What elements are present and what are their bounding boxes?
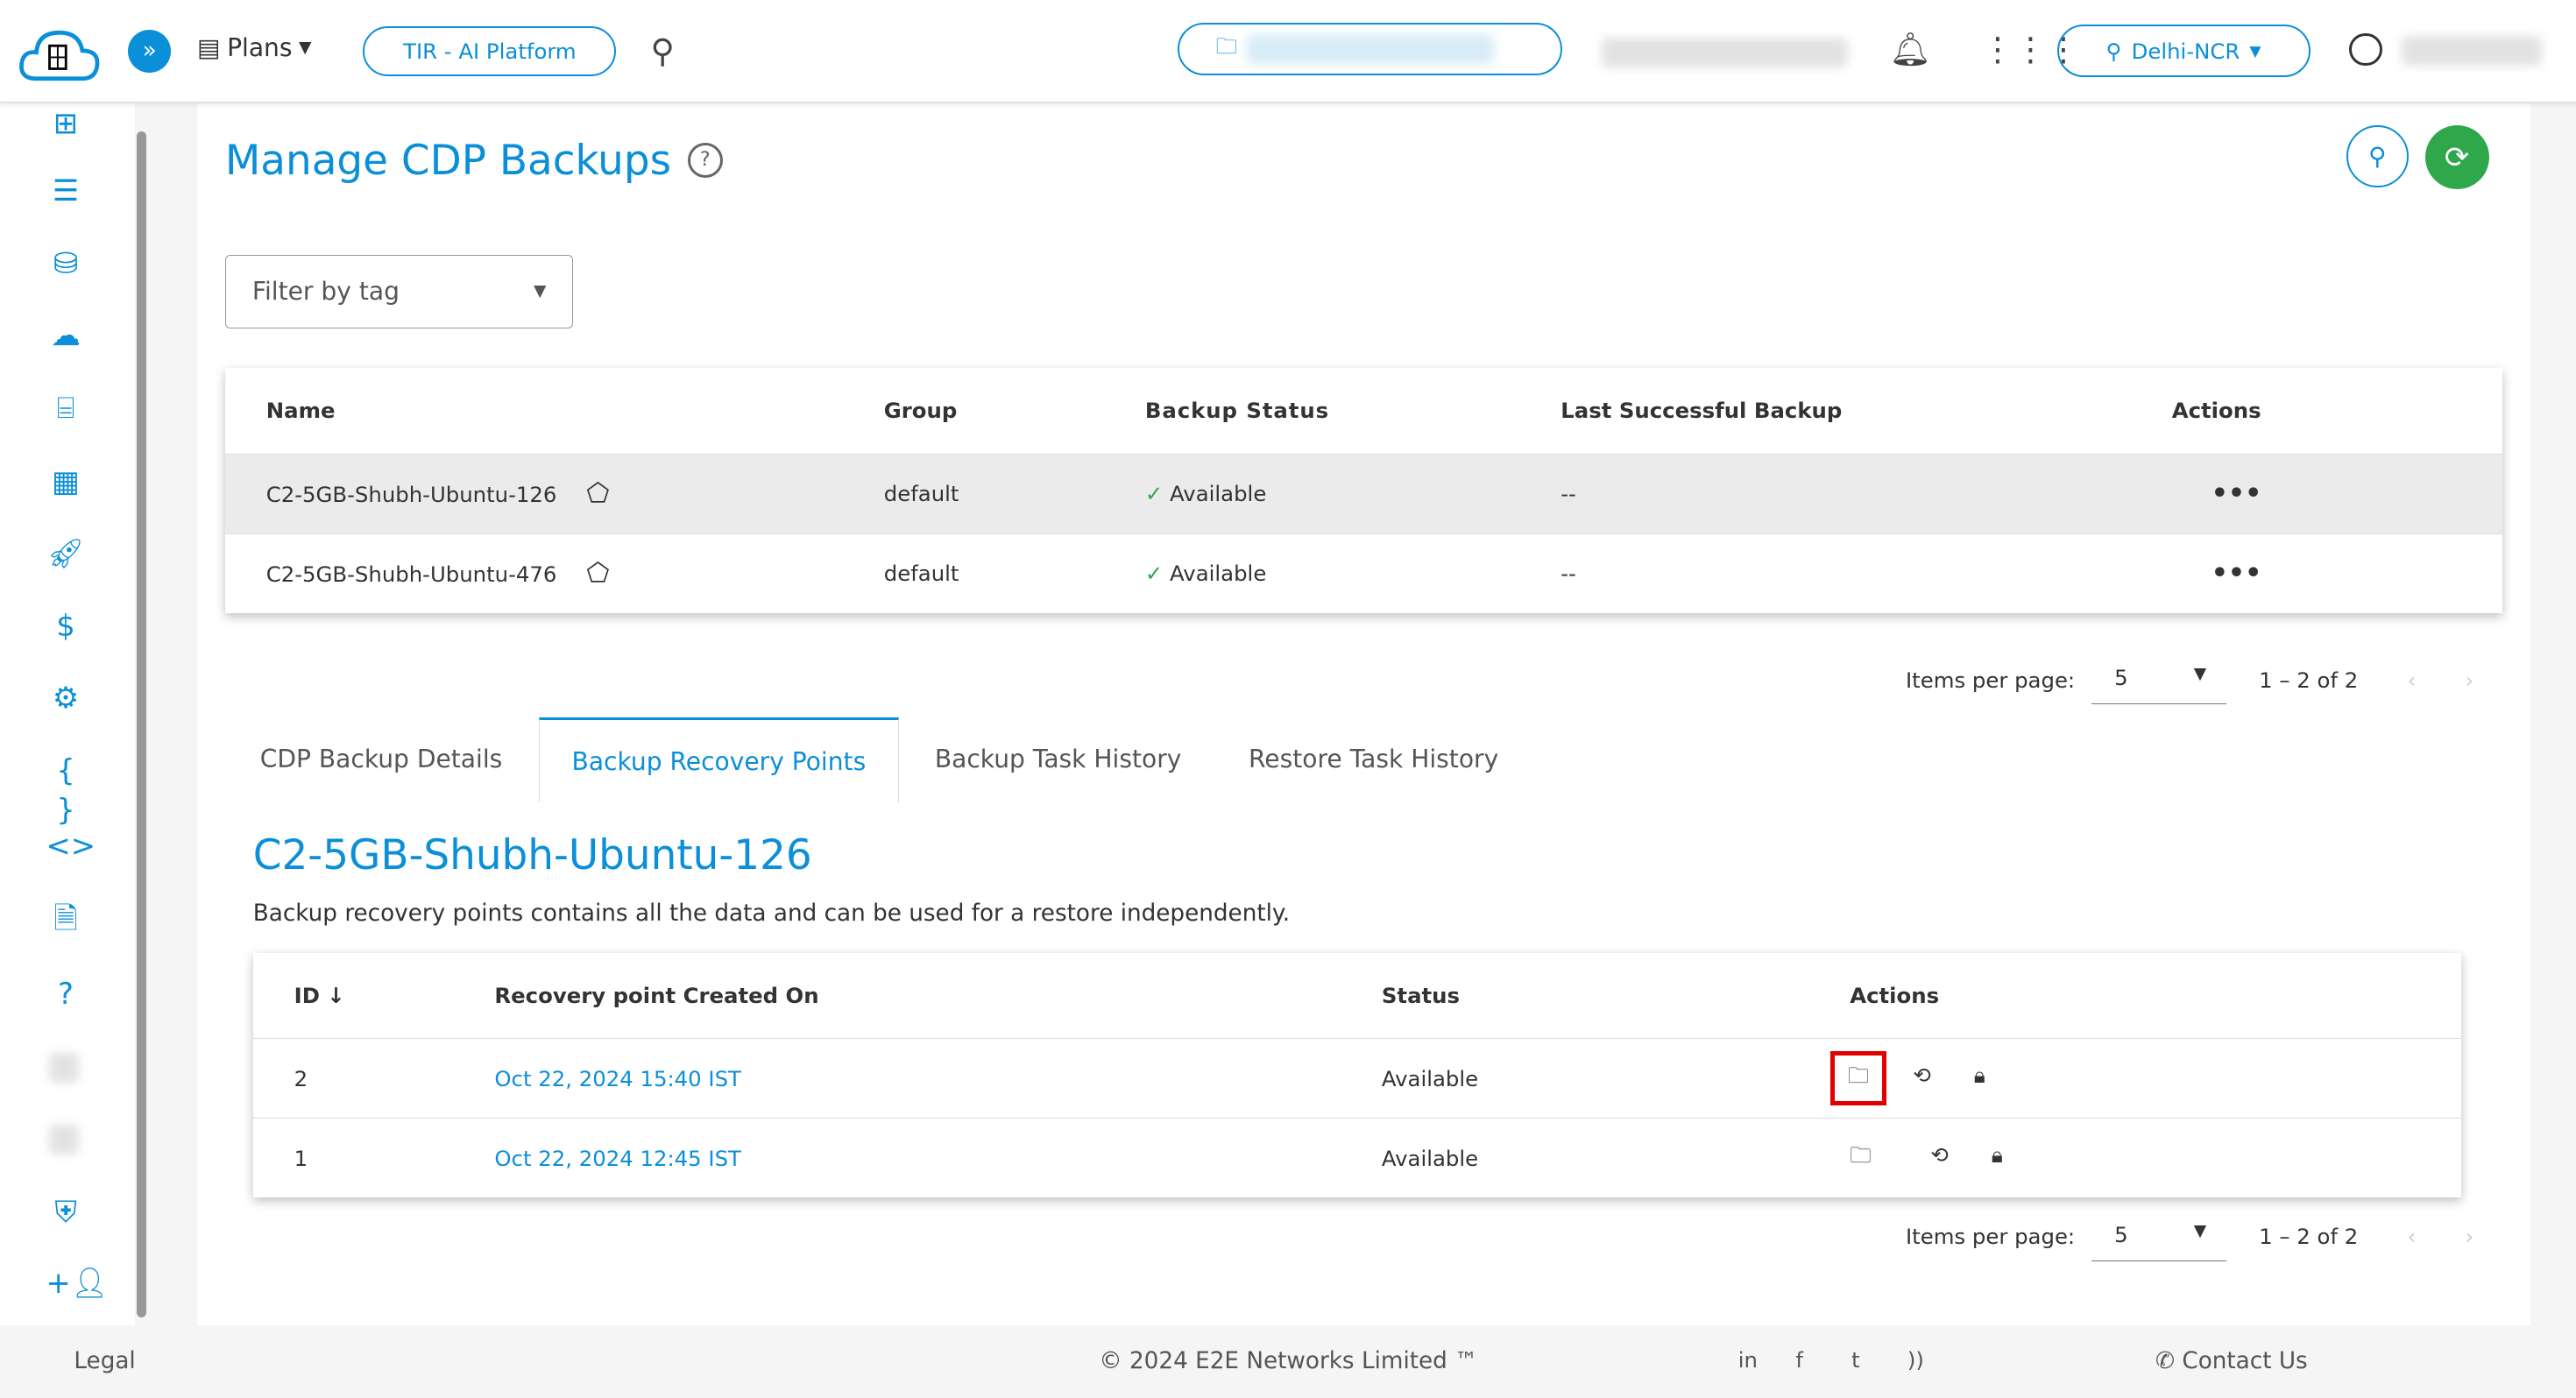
linkedin-icon[interactable]: in (1738, 1347, 1758, 1373)
recovery-point-link[interactable]: Oct 22, 2024 12:45 IST (494, 1146, 741, 1171)
prev-page-icon[interactable]: ‹ (2408, 667, 2417, 693)
detail-tabs: CDP Backup Details Backup Recovery Point… (246, 717, 1530, 803)
search-icon[interactable]: ⚲ (651, 32, 675, 70)
table-header: Name Group Backup Status Last Successful… (265, 398, 2261, 424)
sidebar-dashboard-icon[interactable]: ⊞ (46, 103, 86, 143)
browse-folder-icon[interactable]: 🗀 (1850, 1135, 1884, 1181)
edit-tag-icon[interactable]: ⬠ (586, 478, 609, 509)
tab-restore-task-history[interactable]: Restore Task History (1218, 717, 1530, 800)
refresh-button[interactable]: ⟳ (2424, 124, 2489, 189)
sort-down-icon[interactable]: ↓ (327, 983, 344, 1008)
caret-down-icon: ▼ (533, 282, 547, 301)
sidebar-scrollbar[interactable] (136, 131, 146, 1317)
sidebar-document-icon[interactable]: 🗎 (46, 899, 86, 938)
more-actions-icon[interactable]: ••• (2169, 533, 2502, 613)
sidebar-network-icon[interactable]: ⌸ (46, 388, 86, 427)
next-page-icon[interactable]: › (2466, 667, 2474, 693)
restore-history-icon[interactable]: ⟲ (1930, 1142, 1948, 1168)
backup-name-heading: C2-5GB-Shubh-Ubuntu-126 (252, 830, 812, 879)
description-text: Backup recovery points contains all the … (252, 900, 1291, 927)
sidebar-settings-icon[interactable]: ⚙ (46, 678, 86, 717)
edit-tag-icon[interactable]: ⬠ (586, 558, 609, 589)
sidebar-database-icon[interactable]: ⛁ (46, 244, 86, 283)
top-bar: » ▤ Plans ▼ TIR - AI Platform ⚲ 🗀 🔔︎ ⋮⋮⋮ ⚲… (0, 0, 2576, 103)
sidebar-blurred-icon[interactable] (49, 1052, 79, 1083)
prev-page-icon[interactable]: ‹ (2408, 1224, 2417, 1249)
tab-backup-task-history[interactable]: Backup Task History (899, 717, 1218, 800)
sidebar-add-user-icon[interactable]: +👤︎ (46, 1263, 109, 1303)
plans-menu[interactable]: ▤ Plans ▼ (197, 33, 311, 62)
caret-down-icon: ▼ (299, 38, 312, 57)
browse-folder-icon[interactable]: 🗀 (1829, 1050, 1887, 1106)
bell-icon[interactable]: 🔔︎ (1889, 30, 1931, 69)
main-content: Manage CDP Backups ? ⚲ ⟳ Filter by tag ▼ … (197, 103, 2530, 1326)
page-title: Manage CDP Backups (224, 136, 672, 185)
sidebar-rocket-icon[interactable]: 🚀︎ (46, 533, 86, 573)
sidebar-storage-icon[interactable]: ▦ (46, 462, 86, 501)
location-pin-icon: ⚲ (2105, 38, 2122, 64)
check-circle-icon: ✓ (1144, 481, 1164, 506)
table-header: ID ↓ Recovery point Created On Status Ac… (294, 982, 1940, 1008)
contact-us-link[interactable]: ✆ Contact Us (2155, 1348, 2308, 1374)
expand-sidebar-button[interactable]: » (128, 29, 171, 73)
check-circle-icon: ✓ (1144, 561, 1164, 586)
legal-link[interactable]: Legal (74, 1348, 135, 1374)
sidebar: ⊞ ☰ ⛁ ☁ ⌸ ▦ 🚀︎ $ ⚙ { } <> 🗎 ? ⛨ +👤︎ (0, 103, 135, 1326)
tir-platform-button[interactable]: TIR - AI Platform (363, 26, 617, 76)
sidebar-cloud-icon[interactable]: ☁ (46, 315, 86, 355)
copyright-text: © 2024 E2E Networks Limited ™ (1099, 1348, 1478, 1375)
filter-by-tag-select[interactable]: Filter by tag ▼ (224, 254, 574, 328)
sidebar-support-icon[interactable]: ? (46, 974, 86, 1013)
table-row[interactable]: C2-5GB-Shubh-Ubuntu-126 ⬠ default ✓ Avai… (224, 453, 2502, 533)
items-per-page-select[interactable]: 5 ▼ (2091, 1212, 2226, 1261)
lock-icon[interactable]: 🔒︎ (1992, 1142, 2003, 1168)
items-per-page-select[interactable]: 5 ▼ (2091, 655, 2226, 705)
rss-icon[interactable]: )) (1907, 1347, 1924, 1373)
e2e-logo[interactable] (17, 23, 103, 85)
sidebar-api-icon[interactable]: { } (46, 751, 86, 827)
sidebar-nodes-icon[interactable]: ☰ (46, 171, 86, 210)
next-page-icon[interactable]: › (2466, 1224, 2474, 1249)
sidebar-billing-icon[interactable]: $ (46, 606, 86, 646)
twitter-icon[interactable]: t (1851, 1347, 1860, 1373)
sidebar-security-icon[interactable]: ⛨ (46, 1192, 86, 1232)
account-info-redacted (1602, 38, 1849, 67)
recovery-points-table: ID ↓ Recovery point Created On Status Ac… (252, 952, 2461, 1197)
user-avatar-icon[interactable] (2349, 32, 2382, 66)
recovery-point-link[interactable]: Oct 22, 2024 15:40 IST (494, 1066, 741, 1091)
folder-icon: 🗀 (1215, 32, 1237, 59)
region-selector[interactable]: ⚲ Delhi-NCR ▼ (2056, 25, 2311, 78)
table-row: 2 Oct 22, 2024 15:40 IST Available 🗀 ⟲ 🔒… (252, 1038, 2461, 1119)
search-button[interactable]: ⚲ (2346, 124, 2409, 187)
pagination-recovery-points: Items per page: 5 ▼ 1 – 2 of 2 ‹ › (1906, 1212, 2473, 1261)
table-row: 1 Oct 22, 2024 12:45 IST Available 🗀 ⟲ 🔒… (252, 1117, 2461, 1197)
footer: Legal © 2024 E2E Networks Limited ™ in f… (0, 1325, 2576, 1398)
username-redacted (2402, 36, 2542, 66)
lock-icon[interactable]: 🔒︎ (1974, 1063, 1985, 1088)
caret-down-icon: ▼ (2249, 42, 2261, 60)
more-actions-icon[interactable]: ••• (2169, 453, 2502, 533)
pagination-backups: Items per page: 5 ▼ 1 – 2 of 2 ‹ › (1906, 655, 2474, 705)
project-selector[interactable]: 🗀 (1178, 23, 1563, 76)
table-row[interactable]: C2-5GB-Shubh-Ubuntu-476 ⬠ default ✓ Avai… (224, 533, 2502, 613)
plans-icon: ▤ (197, 32, 221, 62)
restore-history-icon[interactable]: ⟲ (1913, 1063, 1930, 1088)
sidebar-blurred-icon[interactable] (49, 1125, 79, 1155)
tab-cdp-backup-details[interactable]: CDP Backup Details (246, 717, 516, 800)
sidebar-code-icon[interactable]: <> (46, 826, 96, 865)
backups-table: Name Group Backup Status Last Successful… (224, 368, 2502, 613)
help-icon[interactable]: ? (687, 143, 723, 178)
phone-icon: ✆ (2155, 1348, 2175, 1375)
facebook-icon[interactable]: f (1795, 1347, 1803, 1373)
tab-backup-recovery-points[interactable]: Backup Recovery Points (539, 717, 899, 803)
